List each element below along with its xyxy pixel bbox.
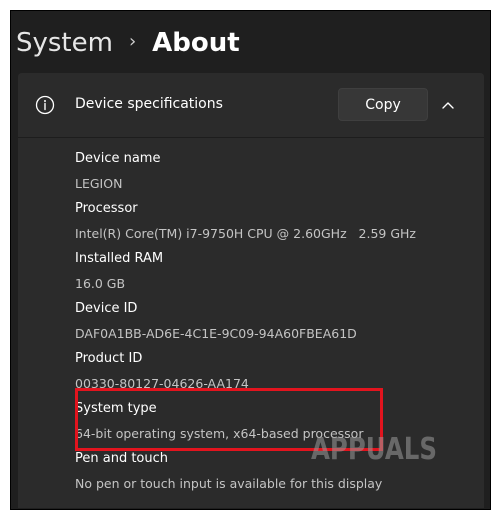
section-title: Device specifications xyxy=(75,96,223,112)
spec-device-name: Device name LEGION xyxy=(75,147,475,197)
spec-value: Intel(R) Core(TM) i7-9750H CPU @ 2.60GHz… xyxy=(75,226,416,241)
info-circle-icon xyxy=(35,95,55,115)
breadcrumb-chevron-icon: › xyxy=(128,30,137,52)
spec-label: Pen and touch xyxy=(75,451,169,466)
header-divider xyxy=(18,137,484,138)
spec-value: DAF0A1BB-AD6E-4C1E-9C09-94A60FBEA61D xyxy=(75,326,357,341)
spec-label: Product ID xyxy=(75,351,143,366)
spec-value: 16.0 GB xyxy=(75,276,126,291)
spec-value: 00330-80127-04626-AA174 xyxy=(75,376,249,391)
spec-installed-ram: Installed RAM 16.0 GB xyxy=(75,247,475,297)
specifications-list: Device name LEGION Processor Intel(R) Co… xyxy=(75,147,475,497)
spec-label: Processor xyxy=(75,201,138,216)
breadcrumb-system-link[interactable]: System xyxy=(16,28,113,58)
spec-label: Device ID xyxy=(75,301,138,316)
spec-device-id: Device ID DAF0A1BB-AD6E-4C1E-9C09-94A60F… xyxy=(75,297,475,347)
spec-processor: Processor Intel(R) Core(TM) i7-9750H CPU… xyxy=(75,197,475,247)
spec-label: Installed RAM xyxy=(75,251,164,266)
settings-window: System › About Device specifications Cop… xyxy=(10,10,491,510)
spec-label: System type xyxy=(75,401,157,416)
copy-button[interactable]: Copy xyxy=(338,88,428,121)
chevron-up-icon[interactable] xyxy=(438,95,458,115)
spec-value: No pen or touch input is available for t… xyxy=(75,476,383,491)
device-specifications-card: Device specifications Copy Device name L… xyxy=(18,73,484,508)
device-specifications-header[interactable]: Device specifications Copy xyxy=(18,73,484,137)
spec-label: Device name xyxy=(75,151,161,166)
spec-system-type: System type 64-bit operating system, x64… xyxy=(75,397,475,447)
spec-value: LEGION xyxy=(75,176,123,191)
breadcrumb: System › About xyxy=(16,25,240,61)
page-title: About xyxy=(152,28,240,58)
spec-value: 64-bit operating system, x64-based proce… xyxy=(75,426,364,441)
spec-pen-and-touch: Pen and touch No pen or touch input is a… xyxy=(75,447,475,497)
spec-product-id: Product ID 00330-80127-04626-AA174 xyxy=(75,347,475,397)
